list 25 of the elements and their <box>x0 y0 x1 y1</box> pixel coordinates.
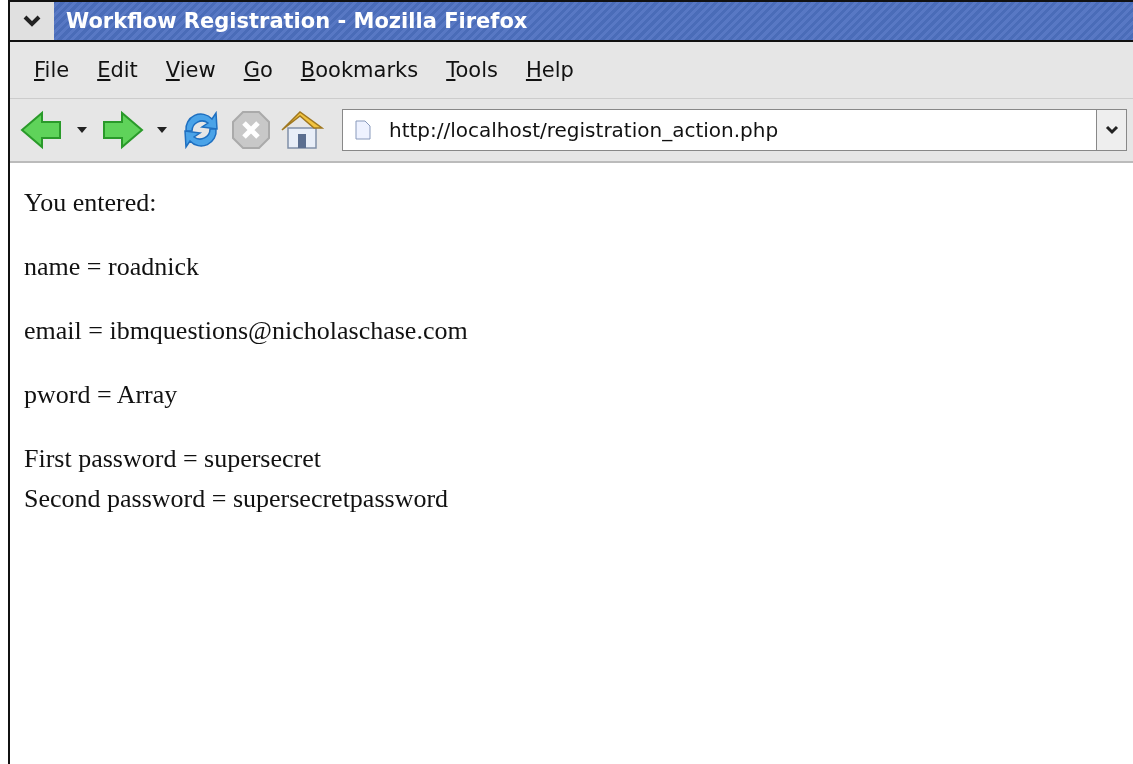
back-button[interactable] <box>20 110 64 150</box>
dropdown-caret-icon[interactable] <box>76 126 88 134</box>
menu-item[interactable]: Go <box>235 54 287 86</box>
menu-item[interactable]: Bookmarks <box>292 54 433 86</box>
text-line: pword = Array <box>24 380 178 409</box>
address-bar[interactable]: http://localhost/registration_action.php <box>342 109 1127 151</box>
text-line: name = roadnick <box>24 252 199 281</box>
menu-item[interactable]: Edit <box>89 54 152 86</box>
window-title: Workflow Registration - Mozilla Firefox <box>65 8 528 35</box>
forward-button[interactable] <box>100 110 144 150</box>
home-button[interactable] <box>280 108 324 152</box>
menu-item[interactable]: View <box>157 54 230 86</box>
text-line: First password = supersecret <box>24 444 321 473</box>
page-icon <box>355 120 371 140</box>
dropdown-button[interactable] <box>1096 110 1126 150</box>
dropdown-caret-icon[interactable] <box>156 126 168 134</box>
menu-item[interactable]: Help <box>517 54 588 86</box>
text-line: email = ibmquestions@nicholaschase.com <box>24 316 468 345</box>
text-line: You entered: <box>24 188 157 217</box>
chevron-down-icon <box>1104 125 1119 135</box>
menu-item[interactable]: Tools <box>438 54 512 86</box>
text-line: Second password = supersecretpassword <box>24 484 449 513</box>
chevron-down-icon <box>22 14 42 28</box>
menu-item[interactable]: File <box>26 54 84 86</box>
window-menu-button[interactable] <box>10 2 54 40</box>
